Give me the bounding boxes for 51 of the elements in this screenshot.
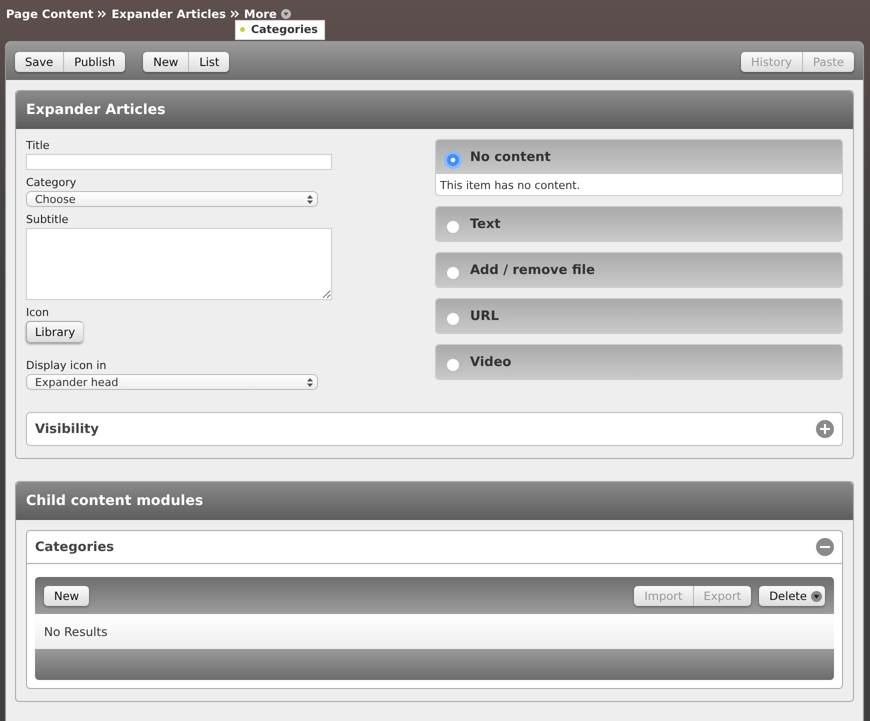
toolbar-button[interactable]: List <box>189 52 230 72</box>
section-label: Visibility <box>35 422 99 436</box>
new-button[interactable]: New <box>44 586 90 606</box>
field-label: Display icon in <box>26 359 106 372</box>
visibility-bar[interactable]: Visibility <box>26 412 843 446</box>
content-option[interactable]: Video <box>435 344 843 380</box>
option-label: No content <box>470 150 551 164</box>
chevron-icon <box>231 10 240 18</box>
content-option[interactable]: No content This item has no content. <box>435 139 843 196</box>
content-option[interactable]: URL <box>435 298 843 334</box>
content-option[interactable]: Text <box>435 206 843 242</box>
radio-button[interactable] <box>446 153 460 167</box>
library-button[interactable]: Library <box>26 321 84 343</box>
categories-bar[interactable]: Categories <box>27 531 842 564</box>
empty-message: No Results <box>44 625 108 639</box>
radio-button[interactable] <box>446 220 460 234</box>
updown-arrows-icon <box>307 194 313 204</box>
subtitle-field[interactable] <box>26 228 332 300</box>
caret-icon <box>811 590 822 602</box>
breadcrumb-link[interactable]: More <box>244 7 277 21</box>
delete-button[interactable]: Delete <box>759 586 825 606</box>
dropdown-icon[interactable] <box>280 9 291 19</box>
field-label: Title <box>26 139 50 152</box>
select-field[interactable]: Choose <box>26 191 318 207</box>
title-field[interactable] <box>26 154 332 170</box>
chevron-icon <box>98 10 106 18</box>
option-label: Video <box>470 354 512 370</box>
menu-item[interactable]: Categories <box>240 23 318 36</box>
toolbar-button[interactable]: Save <box>15 52 64 72</box>
card-title: Child content modules <box>26 493 204 509</box>
toolbar-button[interactable]: Publish <box>64 52 126 72</box>
option-label: Text <box>470 216 501 232</box>
updown-arrows-icon <box>307 378 313 386</box>
field-label: Category <box>26 176 76 189</box>
field-label: Icon <box>26 306 49 319</box>
field-label: Subtitle <box>26 213 68 226</box>
breadcrumb-link[interactable]: Page Content <box>6 7 94 21</box>
radio-button[interactable] <box>446 312 460 326</box>
collapse-icon[interactable] <box>816 538 834 556</box>
option-label: URL <box>470 308 499 324</box>
content-option[interactable]: Add / remove file <box>435 252 843 288</box>
option-description: This item has no content. <box>439 178 582 194</box>
radio-button[interactable] <box>446 266 460 280</box>
expand-icon[interactable] <box>816 420 834 438</box>
option-label: Add / remove file <box>470 262 595 278</box>
select-field[interactable]: Expander head <box>26 374 318 390</box>
card-title: Expander Articles <box>26 102 166 118</box>
section-label: Categories <box>35 540 114 554</box>
radio-button[interactable] <box>446 358 460 372</box>
breadcrumb-link[interactable]: Expander Articles <box>111 7 226 21</box>
toolbar-button[interactable]: New <box>143 52 190 72</box>
